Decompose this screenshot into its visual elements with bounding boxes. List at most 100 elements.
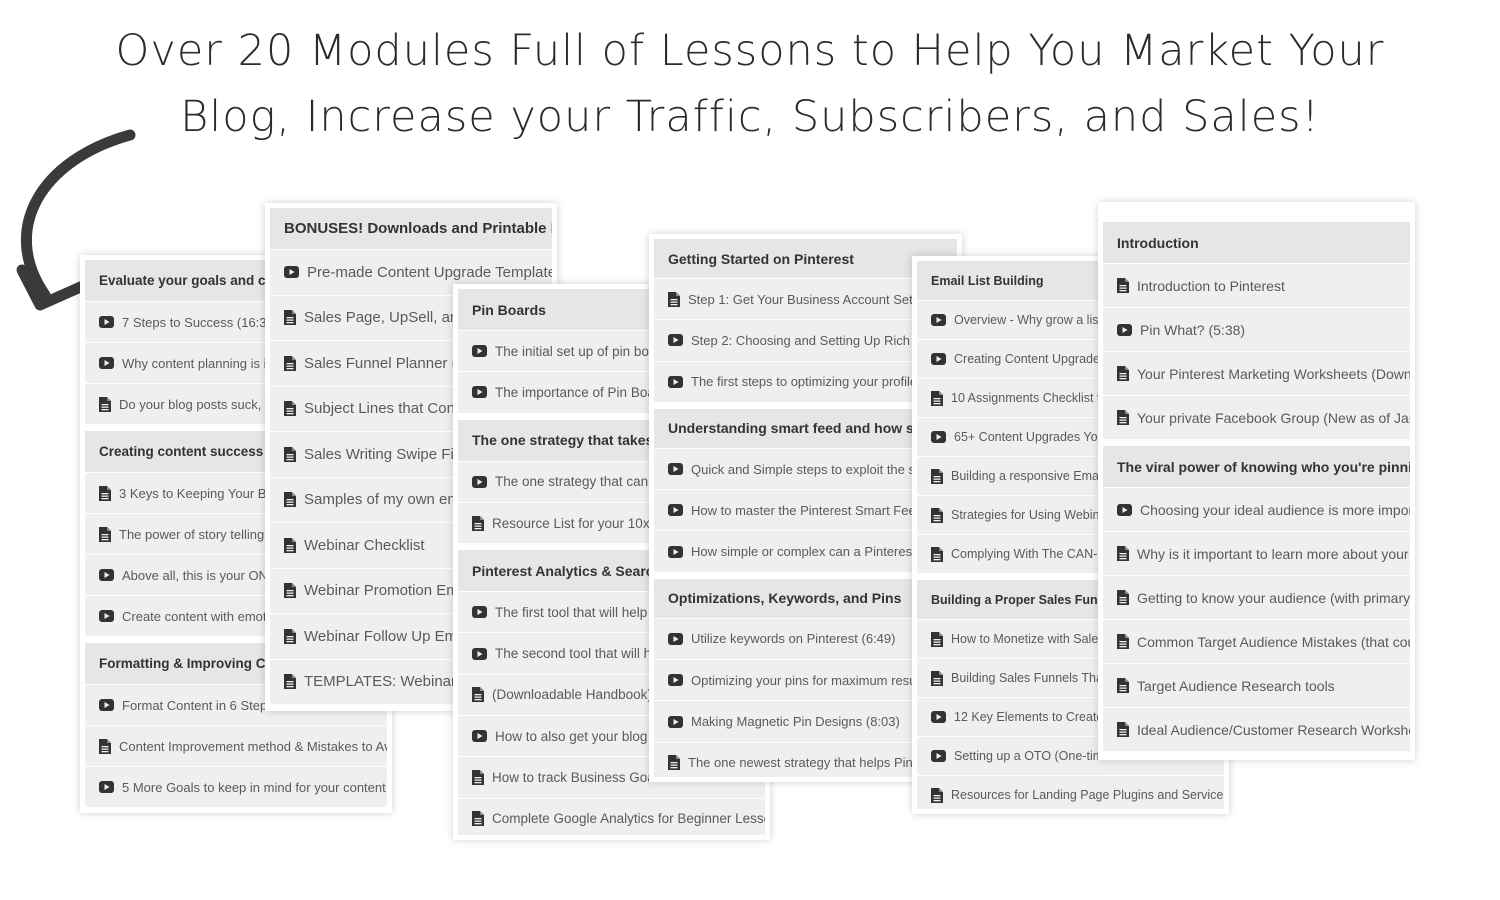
- document-icon: [284, 446, 296, 462]
- play-video-icon: [1117, 323, 1132, 336]
- lesson-title: Complete Google Analytics for Beginner L…: [492, 811, 765, 827]
- lesson-title: The power of story telling: [119, 526, 265, 542]
- document-icon: [668, 755, 680, 771]
- module-header[interactable]: The viral power of knowing who you're pi…: [1103, 446, 1410, 488]
- play-video-icon: [99, 569, 114, 581]
- lesson-title: Common Target Audience Mistakes (that co…: [1137, 633, 1410, 650]
- play-video-icon: [99, 357, 114, 369]
- headline-line-1: Over 20 Modules Full of Lessons to Help …: [115, 26, 1385, 76]
- document-icon: [284, 310, 296, 326]
- lesson-title: The one strategy that can: [495, 474, 649, 490]
- play-video-icon: [472, 730, 487, 743]
- document-icon: [284, 583, 296, 599]
- module-title: Pinterest Analytics & Search: [472, 562, 663, 579]
- lesson-item[interactable]: Why is it important to learn more about …: [1103, 532, 1410, 576]
- lesson-title: How simple or complex can a Pinterest: [691, 544, 916, 560]
- document-icon: [284, 674, 296, 690]
- play-video-icon: [668, 463, 683, 476]
- lesson-title: Optimizing your pins for maximum results: [691, 672, 930, 688]
- lesson-title: Getting to know your audience (with prim…: [1137, 589, 1410, 606]
- lesson-item[interactable]: Complete Google Analytics for Beginner L…: [458, 798, 765, 835]
- headline-line-2: Blog, Increase your Traffic, Subscribers…: [180, 92, 1320, 142]
- lesson-title: Content Improvement method & Mistakes to…: [119, 738, 387, 754]
- document-icon: [931, 631, 943, 647]
- lesson-title: Format Content in 6 Steps: [122, 697, 274, 713]
- lesson-title: 12 Key Elements to Create: [954, 710, 1104, 724]
- document-icon: [1117, 634, 1129, 649]
- document-icon: [1117, 410, 1129, 425]
- lesson-item[interactable]: Your private Facebook Group (New as of J…: [1103, 396, 1410, 440]
- play-video-icon: [472, 606, 487, 619]
- lesson-item[interactable]: Resources for Landing Page Plugins and S…: [917, 776, 1224, 809]
- play-video-icon: [99, 316, 114, 328]
- lesson-title: Resources for Landing Page Plugins and S…: [951, 788, 1224, 802]
- lesson-title: The first tool that will help: [495, 604, 648, 620]
- lesson-title: Choosing your ideal audience is more imp…: [1140, 501, 1410, 518]
- document-icon: [284, 401, 296, 417]
- lesson-title: How to Monetize with Sales: [951, 632, 1105, 646]
- play-video-icon: [668, 334, 683, 347]
- lesson-title: The one newest strategy that helps Pins: [688, 755, 920, 771]
- lesson-item[interactable]: Ideal Audience/Customer Research Workshe…: [1103, 708, 1410, 752]
- lesson-title: Ideal Audience/Customer Research Workshe…: [1137, 721, 1410, 738]
- lesson-title: Building a responsive Email: [951, 469, 1105, 483]
- play-video-icon: [668, 375, 683, 388]
- lesson-item[interactable]: Pin What? (5:38): [1103, 308, 1410, 352]
- play-video-icon: [668, 715, 683, 728]
- lesson-title: Create content with emotion: [122, 608, 284, 624]
- lesson-title: How to master the Pinterest Smart Feed: [691, 502, 923, 518]
- lesson-title: Creating Content Upgrades: [954, 352, 1107, 366]
- module-card-introduction: Introduction Introduction to Pinterest Pin…: [1098, 202, 1415, 760]
- lesson-title: 10 Assignments Checklist to: [951, 391, 1108, 405]
- document-icon: [472, 770, 484, 786]
- lesson-title: TEMPLATES: Webinar: [304, 673, 456, 691]
- lesson-item[interactable]: Target Audience Research tools: [1103, 664, 1410, 708]
- module-title: Introduction: [1117, 234, 1199, 251]
- document-icon: [99, 526, 111, 542]
- lesson-title: Step 1: Get Your Business Account Set Up: [688, 291, 933, 307]
- play-video-icon: [668, 545, 683, 558]
- module-header[interactable]: BONUSES! Downloads and Printable Resourc…: [270, 208, 552, 250]
- document-icon: [284, 355, 296, 371]
- document-icon: [99, 485, 111, 501]
- lesson-title: 65+ Content Upgrades You: [954, 430, 1105, 444]
- play-video-icon: [931, 431, 946, 443]
- lesson-title: Setting up a OTO (One-time: [954, 749, 1111, 763]
- document-icon: [1117, 590, 1129, 605]
- lesson-item[interactable]: 5 More Goals to keep in mind for your co…: [85, 767, 387, 808]
- lesson-item[interactable]: Choosing your ideal audience is more imp…: [1103, 488, 1410, 532]
- document-icon: [1117, 278, 1129, 293]
- lesson-item[interactable]: Common Target Audience Mistakes (that co…: [1103, 620, 1410, 664]
- document-icon: [284, 537, 296, 553]
- lesson-title: Making Magnetic Pin Designs (8:03): [691, 714, 900, 730]
- lesson-title: Your private Facebook Group (New as of J…: [1137, 409, 1410, 426]
- document-icon: [472, 515, 484, 531]
- module-title: Understanding smart feed and how simple: [668, 420, 951, 437]
- module-title: BONUSES! Downloads and Printable Resourc…: [284, 220, 552, 237]
- module-title: Creating content success: [99, 444, 264, 459]
- lesson-item[interactable]: Getting to know your audience (with prim…: [1103, 576, 1410, 620]
- lesson-title: 7 Steps to Success (16:33): [122, 314, 279, 330]
- play-video-icon: [472, 345, 487, 358]
- module-header[interactable]: Introduction: [1103, 222, 1410, 264]
- document-icon: [1117, 546, 1129, 561]
- lesson-item[interactable]: Your Pinterest Marketing Worksheets (Dow…: [1103, 352, 1410, 396]
- play-video-icon: [931, 711, 946, 723]
- lesson-title: Resource List for your 10x: [492, 515, 650, 531]
- lesson-title: Sales Page, UpSell, and: [304, 309, 467, 327]
- document-icon: [284, 492, 296, 508]
- lesson-title: Strategies for Using Webinars: [951, 508, 1117, 522]
- lesson-title: Above all, this is your ONE: [122, 567, 277, 583]
- lesson-title: The second tool that will help: [495, 646, 670, 662]
- play-video-icon: [668, 674, 683, 687]
- lesson-title: Do your blog posts suck, and: [119, 396, 287, 412]
- document-icon: [284, 628, 296, 644]
- document-icon: [931, 670, 943, 686]
- document-icon: [99, 738, 111, 754]
- module-title: Pin Boards: [472, 301, 546, 318]
- document-icon: [1117, 678, 1129, 693]
- lesson-item[interactable]: Content Improvement method & Mistakes to…: [85, 726, 387, 767]
- document-icon: [99, 396, 111, 412]
- lesson-item[interactable]: Introduction to Pinterest: [1103, 264, 1410, 308]
- lesson-title: How to track Business Goals: [492, 770, 665, 786]
